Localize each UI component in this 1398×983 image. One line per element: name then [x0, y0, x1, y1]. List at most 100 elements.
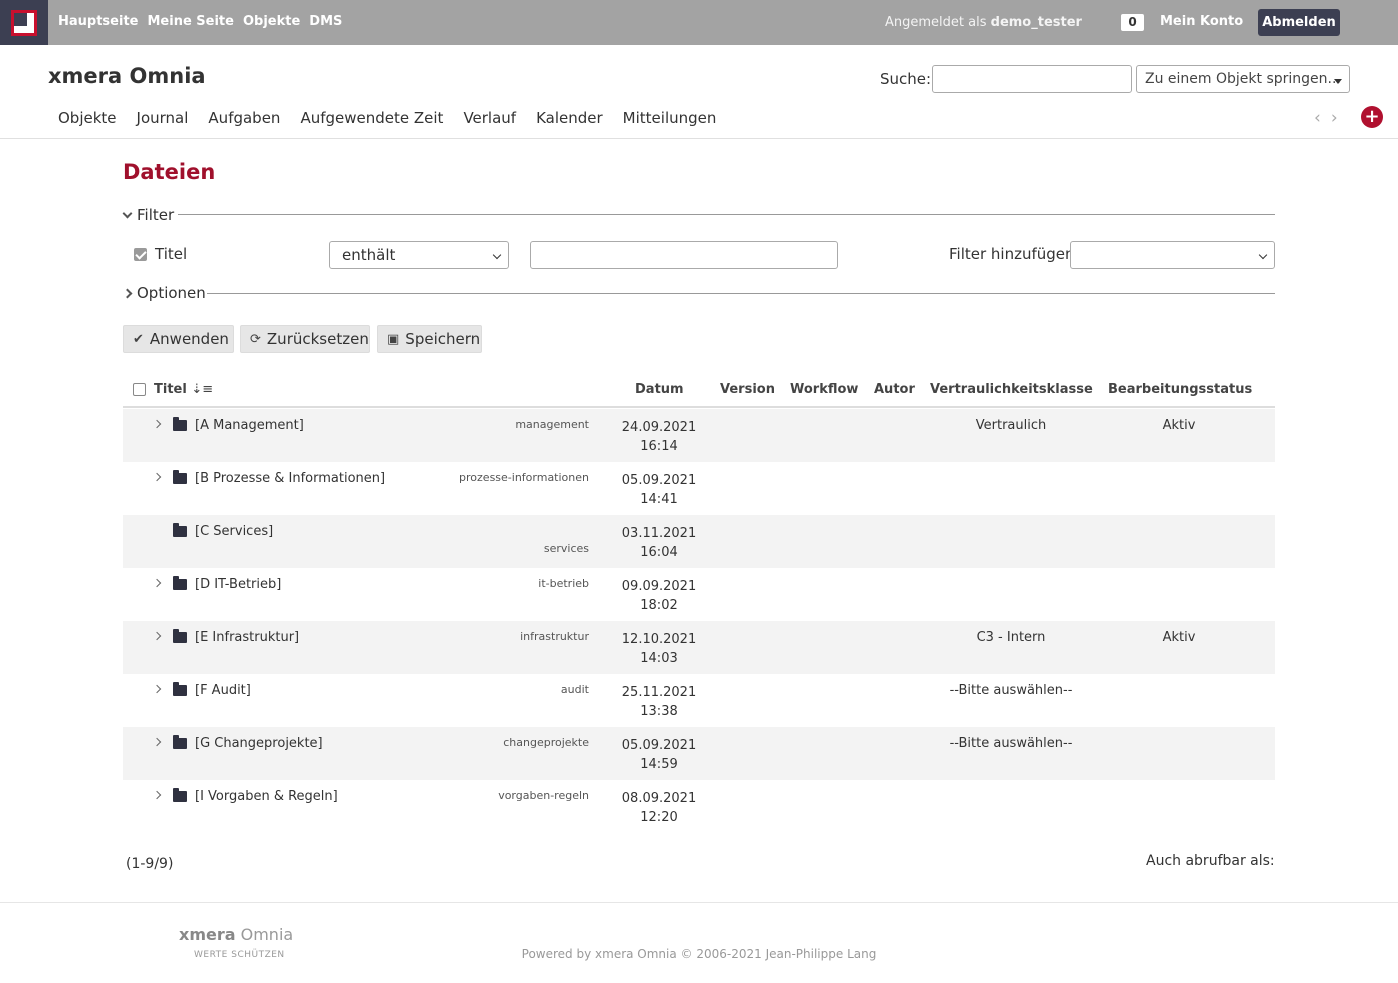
folder-icon [173, 470, 187, 484]
filter-legend[interactable]: Filter [122, 206, 174, 224]
column-title[interactable]: Titel ⇣≡ [154, 382, 213, 397]
row-title-link[interactable]: [E Infrastruktur] [195, 630, 299, 645]
app-title[interactable]: xmera Omnia [48, 64, 206, 88]
row-status: Aktiv [1162, 418, 1196, 433]
row-title-link[interactable]: [F Audit] [195, 683, 251, 698]
jump-to-object-select[interactable]: Zu einem Objekt springen... [1136, 65, 1350, 93]
menu-item-calendar[interactable]: Kalender [536, 109, 603, 127]
new-object-button[interactable]: + [1361, 106, 1383, 128]
table-row[interactable]: [E Infrastruktur] infrastruktur 12.10.2021… [123, 621, 1275, 674]
my-account-link[interactable]: Mein Konto [1160, 14, 1243, 29]
top-nav-my-page[interactable]: Meine Seite [147, 14, 233, 29]
dropdown-caret-icon [1334, 79, 1342, 84]
column-workflow[interactable]: Workflow [790, 382, 858, 397]
row-slug: prozesse-informationen [459, 471, 589, 484]
save-icon: ▣ [387, 331, 400, 347]
app-logo-icon[interactable] [0, 0, 48, 45]
username-link[interactable]: demo_tester [991, 15, 1082, 30]
chevron-down-icon [492, 250, 502, 260]
folder-icon [173, 523, 187, 537]
save-button-label: Speichern [405, 330, 481, 348]
options-legend[interactable]: Optionen [122, 284, 206, 302]
table-row[interactable]: [I Vorgaben & Regeln] vorgaben-regeln 08.0… [123, 780, 1275, 833]
filter-title-checkbox[interactable] [134, 248, 147, 261]
save-button[interactable]: ▣ Speichern [377, 325, 482, 353]
logged-in-prefix: Angemeldet als [885, 15, 987, 30]
chevron-right-icon[interactable] [152, 472, 162, 482]
column-confidentiality[interactable]: Vertraulichkeitsklasse [930, 382, 1093, 397]
row-slug: infrastruktur [520, 630, 589, 643]
menu-item-messages[interactable]: Mitteilungen [623, 109, 717, 127]
column-date[interactable]: Datum [635, 382, 684, 397]
row-confidentiality: --Bitte auswählen-- [949, 736, 1073, 751]
chevron-down-icon [1258, 250, 1268, 260]
menu-item-tasks[interactable]: Aufgaben [208, 109, 280, 127]
filter-value-input[interactable] [530, 241, 838, 269]
filter-operator-select[interactable]: enthält [329, 241, 509, 269]
chevron-left-icon[interactable]: ‹ [1314, 108, 1331, 128]
table-row[interactable]: [F Audit] audit 25.11.2021 13:38 --Bitte aus… [123, 674, 1275, 727]
row-slug: vorgaben-regeln [498, 789, 589, 802]
checkmark-icon: ✔ [133, 331, 144, 347]
column-title-label: Titel [154, 382, 187, 397]
column-version[interactable]: Version [720, 382, 775, 397]
jump-to-object-label: Zu einem Objekt springen... [1145, 71, 1341, 87]
notification-counter[interactable]: 0 [1121, 14, 1144, 31]
table-row[interactable]: [B Prozesse & Informationen] prozesse-inf… [123, 462, 1275, 515]
chevron-right-icon[interactable] [152, 790, 162, 800]
menu-item-time-spent[interactable]: Aufgewendete Zeit [300, 109, 443, 127]
search-label: Suche: [880, 70, 932, 88]
row-title-link[interactable]: [C Services] [195, 524, 273, 539]
chevron-right-icon [122, 288, 133, 298]
chevron-down-icon [122, 208, 133, 218]
row-slug: management [515, 418, 589, 431]
menu-item-history[interactable]: Verlauf [463, 109, 516, 127]
row-title-link[interactable]: [G Changeprojekte] [195, 736, 323, 751]
select-all-checkbox[interactable] [133, 383, 146, 396]
add-filter-select[interactable] [1070, 241, 1275, 269]
chevron-right-icon[interactable] [152, 419, 162, 429]
page-title: Dateien [123, 160, 216, 184]
logout-button[interactable]: Abmelden [1258, 9, 1340, 36]
sort-ascending-icon: ⇣≡ [191, 382, 214, 397]
apply-button[interactable]: ✔ Anwenden [123, 325, 234, 353]
filter-operator-value: enthält [342, 246, 396, 264]
main-menu: Objekte Journal Aufgaben Aufgewendete Ze… [58, 109, 736, 127]
row-title-link[interactable]: [D IT-Betrieb] [195, 577, 281, 592]
top-nav-dms[interactable]: DMS [309, 14, 342, 29]
row-confidentiality: Vertraulich [975, 418, 1047, 433]
row-title-link[interactable]: [I Vorgaben & Regeln] [195, 789, 338, 804]
row-slug: it-betrieb [538, 577, 589, 590]
table-row[interactable]: [G Changeprojekte] changeprojekte 05.09.20… [123, 727, 1275, 780]
chevron-right-icon[interactable] [152, 631, 162, 641]
table-row[interactable]: [D IT-Betrieb] it-betrieb 09.09.2021 18:02 [123, 568, 1275, 621]
column-author[interactable]: Autor [874, 382, 915, 397]
top-nav-home[interactable]: Hauptseite [58, 14, 138, 29]
row-date-time: 16:14 [640, 439, 678, 454]
row-status: Aktiv [1162, 630, 1196, 645]
chevron-right-icon[interactable]: › [1331, 108, 1348, 128]
powered-by: Powered by xmera Omnia © 2006-2021 Jean-… [521, 947, 877, 961]
folder-icon [173, 735, 187, 749]
row-title-link[interactable]: [A Management] [195, 418, 304, 433]
footer-logo-light: Omnia [240, 925, 294, 944]
table-row[interactable]: [A Management] management 24.09.2021 16:14 V… [123, 409, 1275, 462]
row-date: 12.10.2021 14:03 [603, 630, 715, 668]
chevron-right-icon[interactable] [152, 737, 162, 747]
menu-item-objects[interactable]: Objekte [58, 109, 117, 127]
chevron-right-icon[interactable] [152, 578, 162, 588]
row-date: 25.11.2021 13:38 [603, 683, 715, 721]
menu-item-journal[interactable]: Journal [137, 109, 189, 127]
table-row[interactable]: [C Services] services 03.11.2021 16:04 [123, 515, 1275, 568]
row-date: 09.09.2021 18:02 [603, 577, 715, 615]
search-input[interactable] [932, 65, 1132, 93]
folder-icon [173, 788, 187, 802]
row-date: 08.09.2021 12:20 [603, 789, 715, 827]
reset-button[interactable]: ⟳ Zurücksetzen [240, 325, 370, 353]
footer-logo: xmera Omnia [179, 925, 293, 944]
top-nav-objects[interactable]: Objekte [243, 14, 300, 29]
row-title-link[interactable]: [B Prozesse & Informationen] [195, 471, 385, 486]
row-date: 05.09.2021 14:59 [603, 736, 715, 774]
column-status[interactable]: Bearbeitungsstatus [1108, 382, 1252, 397]
chevron-right-icon[interactable] [152, 684, 162, 694]
